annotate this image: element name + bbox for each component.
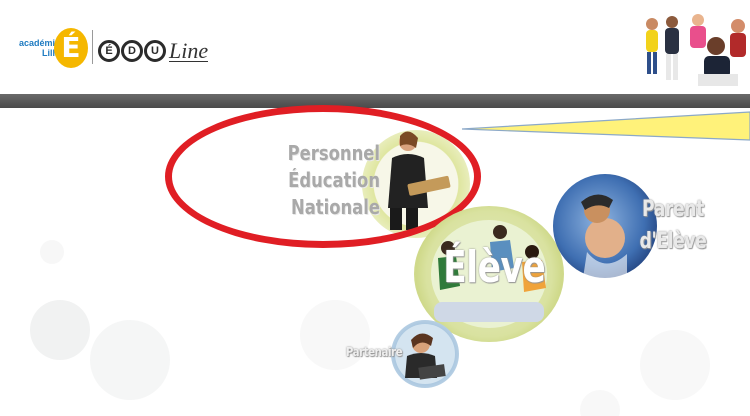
parent-label-line1: Parent — [642, 197, 704, 222]
eleve-label[interactable]: Élève — [443, 240, 546, 296]
parent-label[interactable]: Parent d'Elève — [630, 194, 716, 258]
partenaire-label[interactable]: Partenaire — [340, 343, 408, 361]
parent-label-line2: d'Elève — [639, 229, 707, 254]
